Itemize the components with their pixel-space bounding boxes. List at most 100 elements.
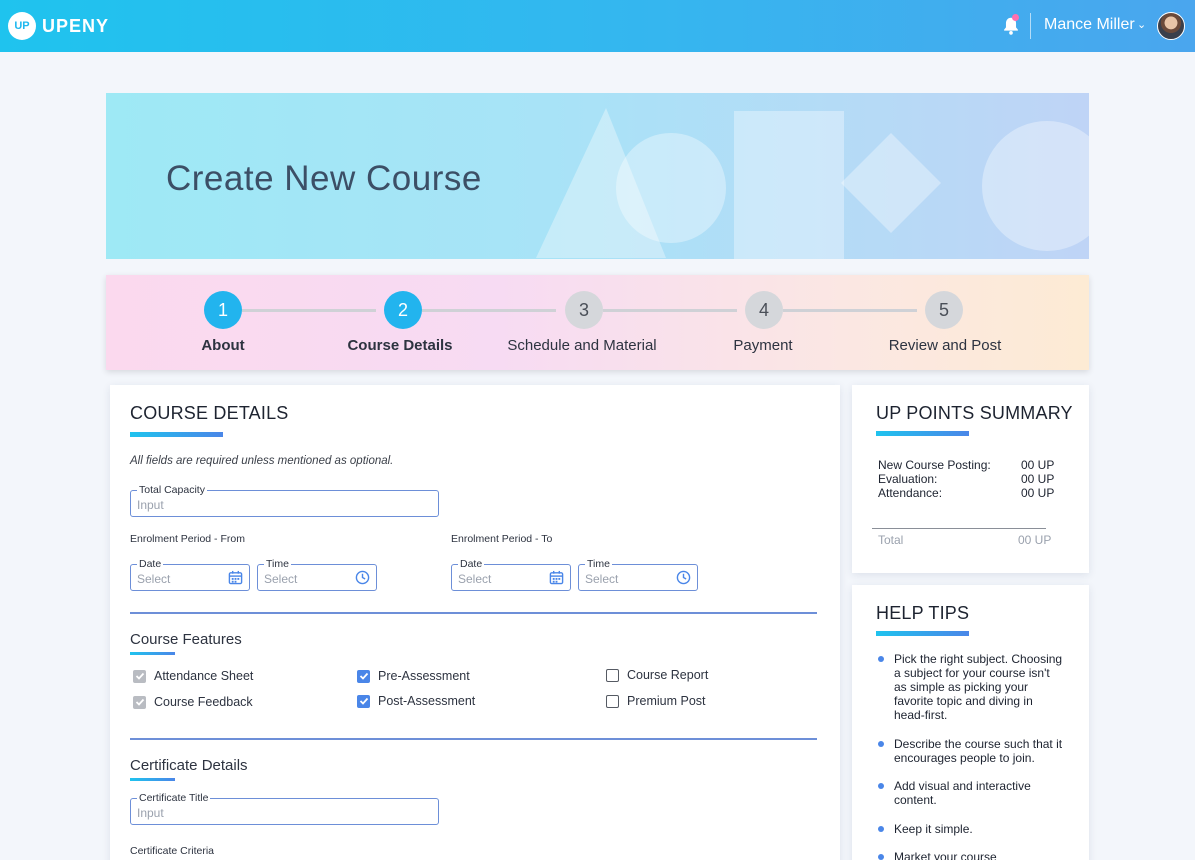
checkbox-unchecked[interactable] (606, 668, 619, 682)
top-bar: UP UPENY Mance Miller ⌄ (0, 0, 1195, 52)
checkbox-course-report[interactable]: Course Report (606, 668, 708, 682)
help-tip-text: Describe the course such that it encoura… (894, 737, 1063, 765)
title-underline (876, 431, 969, 436)
checkbox-label: Post-Assessment (378, 694, 476, 708)
section-divider (130, 738, 817, 740)
field-label: Date (458, 558, 485, 570)
card-title: COURSE DETAILS (130, 403, 289, 423)
checkbox-label: Course Report (627, 668, 709, 682)
up-row-label: New Course Posting: (878, 458, 991, 472)
field-label: Total Capacity (137, 484, 207, 496)
total-label: Total (878, 533, 904, 547)
step-3-circle[interactable]: 3 (565, 291, 603, 329)
checkbox-premium-post[interactable]: Premium Post (606, 694, 706, 708)
logo-mark-icon: UP (8, 12, 36, 40)
enrolment-to-date-field[interactable]: Date Select (451, 558, 571, 591)
up-points-card: UP POINTS SUMMARY New Course Posting: 00… (852, 385, 1089, 573)
total-capacity-field[interactable]: Total Capacity Input (130, 484, 439, 517)
step-1-circle[interactable]: 1 (204, 291, 242, 329)
help-tips-card: HELP TIPS Pick the right subject. Choosi… (852, 585, 1089, 860)
help-tip: Pick the right subject. Choosing a subje… (878, 652, 1063, 722)
field-label: Time (585, 558, 612, 570)
course-stepper: 1 2 3 4 5 About Course Details Schedule … (106, 275, 1089, 370)
checkbox-label: Pre-Assessment (378, 669, 470, 683)
certificate-title: Certificate Details (130, 757, 248, 774)
chevron-down-icon[interactable]: ⌄ (1137, 18, 1146, 31)
calendar-icon[interactable] (549, 570, 564, 585)
card-title: UP POINTS SUMMARY (876, 403, 1073, 423)
step-connector (783, 309, 917, 312)
enrolment-to-label: Enrolment Period - To (451, 533, 553, 545)
step-4-label: Payment (733, 337, 793, 354)
checkbox-label: Attendance Sheet (154, 669, 254, 683)
enrolment-from-time-field[interactable]: Time Select (257, 558, 377, 591)
field-label: Time (264, 558, 291, 570)
field-placeholder: Input (137, 806, 164, 820)
field-placeholder: Select (264, 572, 298, 586)
field-placeholder: Select (458, 572, 492, 586)
checkbox-checked-disabled[interactable] (133, 669, 146, 683)
field-placeholder: Select (585, 572, 619, 586)
avatar[interactable] (1157, 12, 1185, 40)
help-tip-text: Keep it simple. (894, 822, 973, 836)
total-value: 00 UP (1018, 533, 1052, 547)
step-connector (422, 309, 556, 312)
up-row-label: Attendance: (878, 486, 943, 500)
checkbox-unchecked[interactable] (606, 694, 619, 708)
user-name[interactable]: Mance Miller (1044, 16, 1135, 34)
step-3-label: Schedule and Material (507, 337, 657, 354)
up-row-value: 00 UP (1021, 472, 1055, 486)
logo[interactable]: UP UPENY (8, 12, 109, 40)
decor-circle-2 (982, 121, 1089, 251)
checkbox-label: Course Feedback (154, 695, 253, 709)
card-title: HELP TIPS (876, 603, 970, 623)
up-row-label: Evaluation: (878, 472, 938, 486)
enrolment-from-date-field[interactable]: Date Select (130, 558, 250, 591)
step-2-circle[interactable]: 2 (384, 291, 422, 329)
up-row-value: 00 UP (1021, 458, 1055, 472)
up-row-value: 00 UP (1021, 486, 1055, 500)
subtitle-underline (130, 652, 175, 655)
step-connector (242, 309, 376, 312)
title-underline (876, 631, 969, 636)
checkbox-label: Premium Post (627, 694, 706, 708)
checkbox-post-assessment[interactable]: Post-Assessment (357, 694, 475, 708)
step-5-label: Review and Post (888, 337, 1002, 354)
checkbox-attendance-sheet[interactable]: Attendance Sheet (133, 669, 253, 683)
field-label: Certificate Title (137, 792, 211, 804)
checkbox-checked[interactable] (357, 694, 370, 708)
bullet-icon (878, 854, 884, 860)
checkbox-checked-disabled[interactable] (133, 695, 146, 709)
clock-icon[interactable] (355, 570, 370, 585)
step-4-circle[interactable]: 4 (745, 291, 783, 329)
decor-diamond (841, 133, 941, 233)
bullet-icon (878, 656, 884, 662)
logo-text: UPENY (42, 15, 110, 36)
bullet-icon (878, 741, 884, 747)
title-underline (130, 432, 223, 437)
checkbox-checked[interactable] (357, 669, 370, 683)
help-tip: Add visual and interactive content. (878, 779, 1063, 807)
clock-icon[interactable] (676, 570, 691, 585)
page-banner: Create New Course (106, 93, 1089, 259)
checkbox-course-feedback[interactable]: Course Feedback (133, 695, 253, 709)
enrolment-from-label: Enrolment Period - From (130, 533, 245, 545)
certificate-criteria-label: Certificate Criteria (130, 845, 215, 857)
step-5-circle[interactable]: 5 (925, 291, 963, 329)
bullet-icon (878, 826, 884, 832)
calendar-icon[interactable] (228, 570, 243, 585)
checkbox-pre-assessment[interactable]: Pre-Assessment (357, 669, 470, 683)
help-tip: Market your course (878, 850, 1063, 860)
decor-circle (616, 133, 726, 243)
certificate-title-field[interactable]: Certificate Title Input (130, 792, 439, 825)
help-tip: Describe the course such that it encoura… (878, 737, 1063, 765)
field-placeholder: Input (137, 498, 164, 512)
required-note: All fields are required unless mentioned… (130, 455, 394, 467)
field-placeholder: Select (137, 572, 171, 586)
help-tip-text: Market your course (894, 850, 997, 860)
enrolment-to-time-field[interactable]: Time Select (578, 558, 698, 591)
bullet-icon (878, 783, 884, 789)
page-title: Create New Course (166, 159, 482, 198)
step-2-label: Course Details (347, 337, 453, 354)
header-divider (1030, 13, 1031, 39)
